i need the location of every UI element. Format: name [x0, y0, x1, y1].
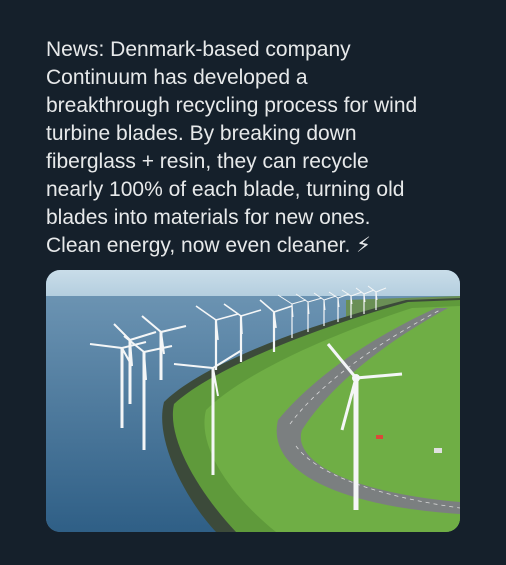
wind-farm-photo	[46, 270, 460, 532]
post-text: News: Denmark-based company Continuum ha…	[46, 36, 476, 260]
car	[376, 435, 383, 439]
car	[434, 448, 442, 453]
post-text-line: News: Denmark-based company	[46, 38, 351, 61]
post-text-line: Clean energy, now even cleaner. ⚡	[46, 234, 371, 257]
post-text-line: blades into materials for new ones.	[46, 206, 371, 229]
post-text-line: fiberglass + resin, they can recycle	[46, 150, 369, 173]
post-text-line: turbine blades. By breaking down	[46, 122, 357, 145]
post-text-line: breakthrough recycling process for wind	[46, 94, 418, 117]
post-text-line: Continuum has developed a	[46, 66, 308, 89]
post-text-line: nearly 100% of each blade, turning old	[46, 178, 405, 201]
post-image[interactable]	[46, 270, 460, 532]
post-card: News: Denmark-based company Continuum ha…	[0, 0, 506, 565]
